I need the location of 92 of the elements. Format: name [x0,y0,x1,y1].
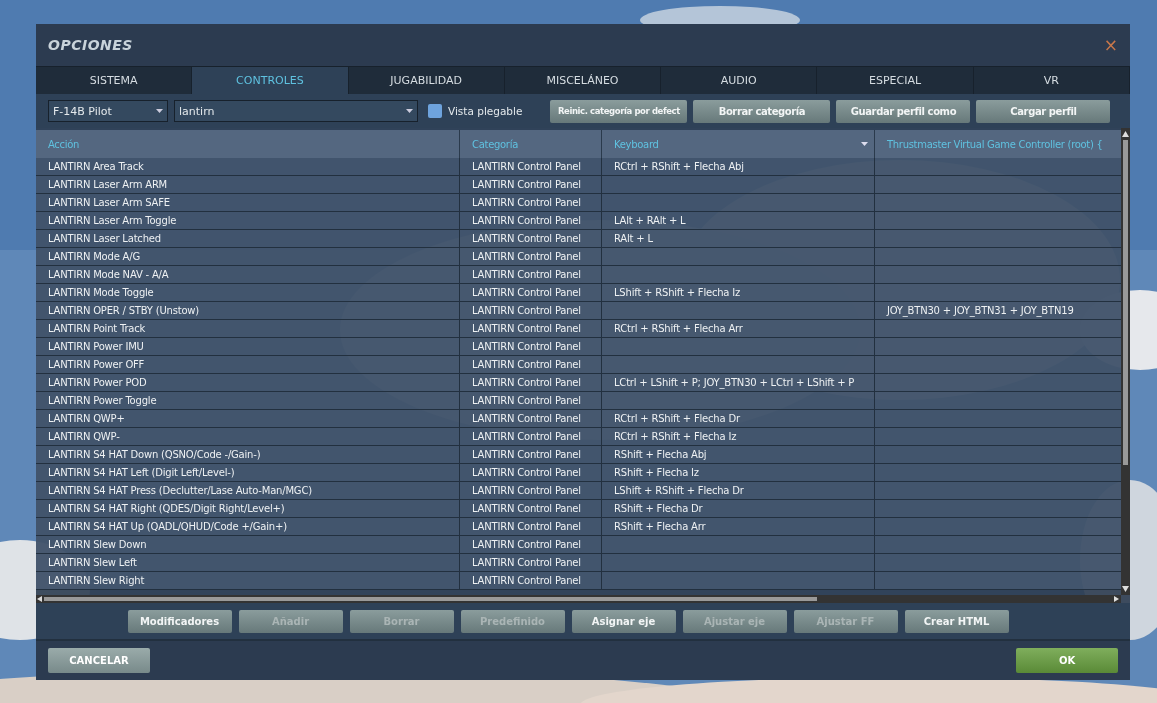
table-cell: LANTIRN Control Panel [472,215,581,226]
table-cell: RCtrl + RShift + Flecha Arr [614,323,743,334]
toolbar-button[interactable]: Reinic. categoría por defect [550,99,688,123]
table-cell: LAlt + RAlt + L [614,215,686,226]
tab[interactable]: SISTEMA [36,66,193,94]
column-header[interactable]: Keyboard [601,130,874,158]
table-cell: LANTIRN QWP+ [48,413,125,424]
action-button[interactable]: Crear HTML [904,609,1009,633]
table-cell: LANTIRN Slew Left [48,557,137,568]
table-cell: LANTIRN Point Track [48,323,146,334]
table-cell: LANTIRN Control Panel [472,575,581,586]
checkbox[interactable] [428,104,442,118]
table-cell: LANTIRN Power POD [48,377,147,388]
table-cell: RCtrl + RShift + Flecha Iz [614,431,737,442]
action-button[interactable]: Asignar eje [571,609,676,633]
table-cell: LANTIRN Control Panel [472,503,581,514]
table-cell: LANTIRN Control Panel [472,269,581,280]
sort-icon [861,142,868,146]
tab[interactable]: MISCELÁNEO [504,66,662,94]
table-cell: LANTIRN Control Panel [472,395,581,406]
table-cell: LANTIRN QWP- [48,431,120,442]
table-cell: LANTIRN S4 HAT Press (Declutter/Lase Auto-Man/MGC) [48,485,312,496]
table-cell: RShift + Flecha Arr [614,521,706,532]
table-cell: LANTIRN Control Panel [472,485,581,496]
table-cell: LANTIRN Slew Right [48,575,145,586]
horizontal-scrollbar[interactable] [36,595,1121,603]
table-cell: LANTIRN Control Panel [472,305,581,316]
column-header[interactable]: Categoría [459,130,601,158]
table-cell: RShift + Flecha Dr [614,503,703,514]
table-cell: LANTIRN Mode A/G [48,251,140,262]
action-button[interactable]: Modificadores [127,609,232,633]
table-cell: LANTIRN Laser Arm ARM [48,179,168,190]
table-cell: LANTIRN Laser Arm Toggle [48,215,177,226]
table-cell: RCtrl + RShift + Flecha Dr [614,413,740,424]
window-title: OPCIONES [48,37,133,53]
table-cell: LShift + RShift + Flecha Dr [614,485,744,496]
table-cell: LANTIRN Control Panel [472,359,581,370]
table-cell: LANTIRN Laser Arm SAFE [48,197,170,208]
table-cell: LANTIRN Control Panel [472,449,581,460]
aircraft-dropdown[interactable]: F-14B Pilot [48,100,168,122]
table-cell: RCtrl + RShift + Flecha Abj [614,161,744,172]
table-cell: LANTIRN OPER / STBY (Unstow) [48,305,200,316]
table-cell: RAlt + L [614,233,653,244]
tab[interactable]: CONTROLES [192,66,349,94]
table-cell: RShift + Flecha Iz [614,467,699,478]
ok-button[interactable]: OK [1016,648,1118,673]
tab[interactable]: VR [973,66,1130,94]
table-cell: LANTIRN Mode NAV - A/A [48,269,169,280]
table-cell: LShift + RShift + Flecha Iz [614,287,741,298]
table-cell: LANTIRN Laser Latched [48,233,161,244]
caret-icon [156,109,163,113]
checkbox-label: Vista plegable [448,105,523,117]
table-cell: LANTIRN Control Panel [472,179,581,190]
caret-icon [406,109,413,113]
table-cell: LANTIRN Control Panel [472,467,581,478]
vertical-scrollbar[interactable] [1121,128,1130,595]
table-cell: JOY_BTN30 + JOY_BTN31 + JOY_BTN19 [887,305,1074,316]
table-cell: LANTIRN Slew Down [48,539,147,550]
table-cell: LANTIRN Control Panel [472,521,581,532]
column-header[interactable]: Acción [36,130,459,158]
toolbar-button[interactable]: Borrar categoría [693,99,831,123]
table-cell: LANTIRN S4 HAT Right (QDES/Digit Right/Level+) [48,503,285,514]
table-cell: LCtrl + LShift + P; JOY_BTN30 + LCtrl + LShift + P [614,377,855,388]
table-cell: LANTIRN Control Panel [472,431,581,442]
toolbar-button[interactable]: Cargar perfil [976,99,1111,123]
table-cell: LANTIRN Area Track [48,161,144,172]
close-button[interactable]: × [1103,35,1118,55]
table-cell: LANTIRN Control Panel [472,251,581,262]
table-cell: LANTIRN Control Panel [472,161,581,172]
table-cell: LANTIRN Control Panel [472,233,581,244]
table-cell: LANTIRN Control Panel [472,287,581,298]
tab[interactable]: AUDIO [661,66,818,94]
table-cell: LANTIRN S4 HAT Down (QSNO/Code -/Gain-) [48,449,261,460]
category-dropdown[interactable]: lantirn [174,100,418,122]
toolbar-button[interactable]: Guardar perfil como [836,99,971,123]
table-cell: LANTIRN Power OFF [48,359,145,370]
table-cell: LANTIRN Control Panel [472,341,581,352]
table-cell: LANTIRN Control Panel [472,557,581,568]
table-cell: LANTIRN Power Toggle [48,395,157,406]
table-cell: LANTIRN Control Panel [472,197,581,208]
tab[interactable]: ESPECIAL [817,66,974,94]
table-cell: LANTIRN Control Panel [472,413,581,424]
table-cell: LANTIRN S4 HAT Left (Digit Left/Level-) [48,467,235,478]
table-cell: LANTIRN Control Panel [472,539,581,550]
table-cell: RShift + Flecha Abj [614,449,707,460]
table-cell: LANTIRN S4 HAT Up (QADL/QHUD/Code +/Gain+) [48,521,287,532]
cancel-button[interactable]: CANCELAR [48,648,150,673]
tab[interactable]: JUGABILIDAD [348,66,505,94]
table-cell: LANTIRN Control Panel [472,377,581,388]
table-cell: LANTIRN Mode Toggle [48,287,154,298]
table-cell: LANTIRN Power IMU [48,341,144,352]
table-cell: LANTIRN Control Panel [472,323,581,334]
